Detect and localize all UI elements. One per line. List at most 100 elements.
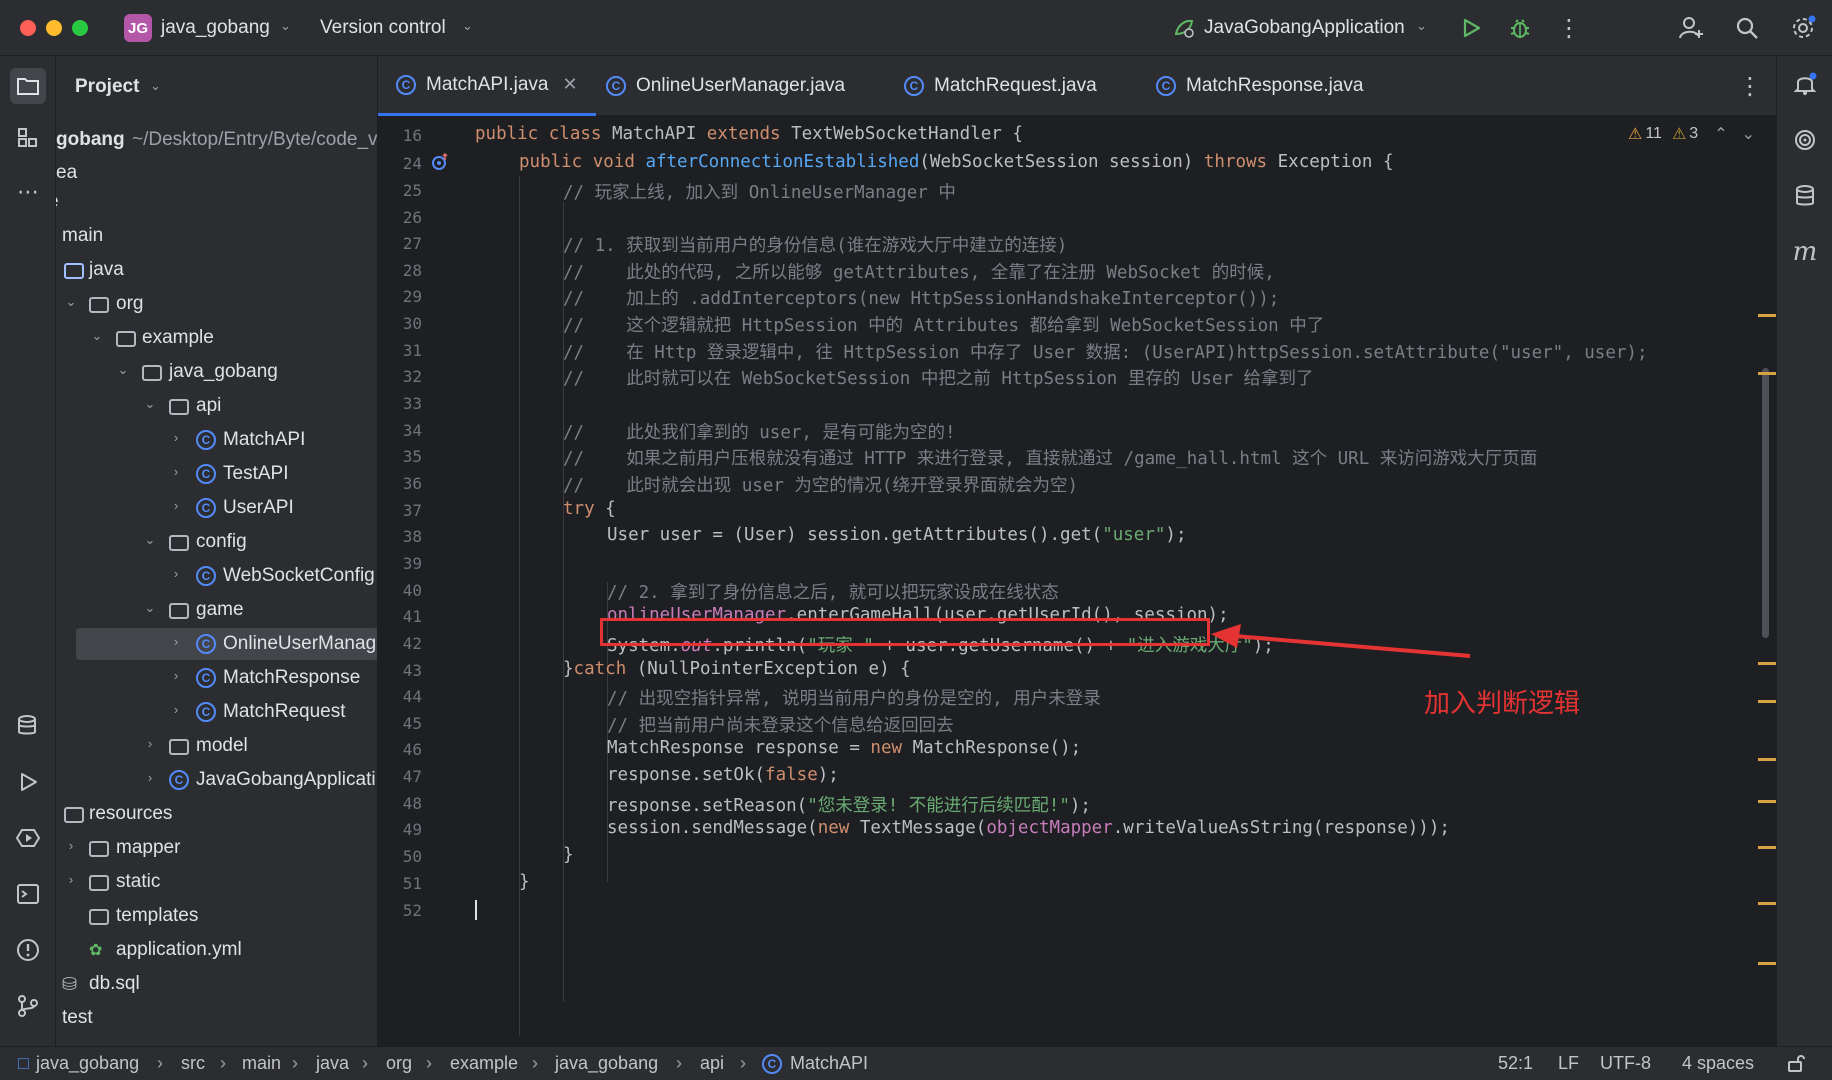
code-line[interactable]: // 此时就可以在 WebSocketSession 中把之前 HttpSess… bbox=[563, 365, 1314, 390]
breadcrumb-item[interactable]: org bbox=[386, 1053, 412, 1074]
tree-item[interactable]: ea bbox=[56, 157, 377, 189]
problems-icon[interactable] bbox=[10, 932, 46, 968]
run-tool-icon[interactable] bbox=[10, 764, 46, 800]
tab-matchresponse[interactable]: C MatchResponse.java bbox=[1156, 56, 1363, 116]
maven-icon[interactable]: m bbox=[1787, 234, 1823, 270]
breadcrumb-item[interactable]: main bbox=[242, 1053, 281, 1074]
chevron-right-icon[interactable]: › bbox=[169, 668, 183, 683]
chevron-down-icon[interactable]: ⌄ bbox=[64, 294, 78, 310]
structure-icon[interactable] bbox=[10, 120, 46, 156]
code-line[interactable]: session.sendMessage(new TextMessage(obje… bbox=[607, 818, 1450, 838]
editor-scrollbar[interactable] bbox=[1762, 368, 1769, 638]
warning-marker[interactable] bbox=[1758, 372, 1776, 375]
tree-item-resources[interactable]: resources bbox=[56, 798, 377, 830]
tree-item-db-sql[interactable]: ⛁ db.sql bbox=[56, 968, 377, 1000]
tree-item-game[interactable]: ⌄ game bbox=[56, 594, 377, 626]
code-line[interactable]: // 此处我们拿到的 user, 是有可能为空的! bbox=[563, 419, 956, 444]
tree-item[interactable]: e bbox=[56, 186, 377, 218]
chevron-down-icon[interactable]: ⌄ bbox=[116, 362, 130, 378]
tree-item-test[interactable]: test bbox=[56, 1002, 377, 1034]
warning-marker[interactable] bbox=[1758, 314, 1776, 317]
chevron-down-icon[interactable]: ⌄ bbox=[150, 78, 161, 94]
warning-marker[interactable] bbox=[1758, 758, 1776, 761]
code-line[interactable]: // 此时就会出现 user 为空的情况(绕开登录界面就会为空) bbox=[563, 472, 1078, 497]
tab-onlineusermanager[interactable]: C OnlineUserManager.java bbox=[606, 56, 845, 116]
chevron-right-icon[interactable]: › bbox=[169, 566, 183, 581]
close-window-button[interactable] bbox=[20, 20, 36, 36]
run-icon[interactable] bbox=[1457, 14, 1485, 42]
notifications-bell-icon[interactable] bbox=[1787, 66, 1823, 102]
tree-item-java[interactable]: java bbox=[56, 254, 377, 286]
next-problem-icon[interactable]: ⌄ bbox=[1742, 124, 1755, 144]
warning-marker[interactable] bbox=[1758, 662, 1776, 665]
warning-marker[interactable] bbox=[1758, 846, 1776, 849]
close-tab-icon[interactable]: ✕ bbox=[563, 74, 578, 95]
breadcrumb-item[interactable]: java_gobang bbox=[555, 1053, 658, 1074]
code-line[interactable]: public void afterConnectionEstablished(W… bbox=[519, 152, 1394, 172]
code-line[interactable]: response.setOk(false); bbox=[607, 765, 839, 785]
chevron-right-icon[interactable]: › bbox=[169, 430, 183, 445]
tree-item-matchrequest[interactable]: › C MatchRequest bbox=[56, 696, 377, 728]
project-badge[interactable]: JG bbox=[124, 14, 152, 42]
code-line[interactable]: // 出现空指针异常, 说明当前用户的身份是空的, 用户未登录 bbox=[607, 685, 1101, 710]
code-line[interactable]: // 如果之前用户压根就没有通过 HTTP 来进行登录, 直接就通过 /game… bbox=[563, 445, 1537, 470]
breadcrumb-item[interactable]: example bbox=[450, 1053, 518, 1074]
tree-item-javagobangapplication[interactable]: › C JavaGobangApplicati bbox=[56, 764, 377, 796]
tree-item-org[interactable]: ⌄ org bbox=[56, 288, 377, 320]
warning-marker[interactable] bbox=[1758, 800, 1776, 803]
tree-item-testapi[interactable]: › C TestAPI bbox=[56, 458, 377, 490]
code-line[interactable]: public class MatchAPI extends TextWebSoc… bbox=[475, 124, 1023, 144]
breadcrumb-item[interactable]: java_gobang bbox=[36, 1053, 139, 1074]
code-line[interactable]: // 把当前用户尚未登录这个信息给返回回去 bbox=[607, 712, 954, 737]
read-only-lock-icon[interactable] bbox=[1786, 1053, 1806, 1078]
tree-item-api[interactable]: ⌄ api bbox=[56, 390, 377, 422]
tab-matchapi[interactable]: C MatchAPI.java ✕ bbox=[378, 56, 596, 116]
chevron-right-icon[interactable]: › bbox=[64, 872, 78, 887]
more-options-icon[interactable]: ⋮ bbox=[1555, 14, 1583, 42]
chevron-right-icon[interactable]: › bbox=[143, 770, 157, 785]
chevron-down-icon[interactable]: ⌄ bbox=[90, 328, 104, 344]
warning-marker[interactable] bbox=[1758, 700, 1776, 703]
breadcrumb-item[interactable]: MatchAPI bbox=[790, 1053, 868, 1074]
chevron-right-icon[interactable]: › bbox=[169, 498, 183, 513]
git-branch-icon[interactable] bbox=[10, 988, 46, 1024]
code-line[interactable]: // 1. 获取到当前用户的身份信息(谁在游戏大厅中建立的连接) bbox=[563, 232, 1067, 257]
maximize-window-button[interactable] bbox=[72, 20, 88, 36]
code-line[interactable]: // 加上的 .addInterceptors(new HttpSessionH… bbox=[563, 285, 1279, 310]
code-line[interactable]: } bbox=[563, 845, 574, 865]
tree-root[interactable]: gobang ~/Desktop/Entry/Byte/code_v bbox=[56, 124, 377, 156]
chevron-right-icon[interactable]: › bbox=[169, 634, 183, 649]
code-line[interactable]: // 这个逻辑就把 HttpSession 中的 Attributes 都给拿到… bbox=[563, 312, 1324, 337]
project-selector[interactable]: java_gobang bbox=[161, 17, 270, 39]
settings-gear-icon[interactable] bbox=[1789, 14, 1817, 42]
previous-problem-icon[interactable]: ⌃ bbox=[1714, 124, 1727, 144]
chevron-right-icon[interactable]: › bbox=[169, 702, 183, 717]
breadcrumb-item[interactable]: java bbox=[316, 1053, 349, 1074]
code-line[interactable]: User user = (User) session.getAttributes… bbox=[607, 525, 1186, 545]
tree-item-userapi[interactable]: › C UserAPI bbox=[56, 492, 377, 524]
tree-item-templates[interactable]: templates bbox=[56, 900, 377, 932]
chevron-down-icon[interactable]: ⌄ bbox=[143, 396, 157, 412]
code-line[interactable]: try { bbox=[563, 499, 616, 519]
search-icon[interactable] bbox=[1733, 14, 1761, 42]
code-line[interactable]: } bbox=[519, 872, 530, 892]
breadcrumb-item[interactable]: api bbox=[700, 1053, 724, 1074]
breadcrumb-item[interactable]: src bbox=[181, 1053, 205, 1074]
code-line[interactable]: }catch (NullPointerException e) { bbox=[563, 659, 911, 679]
chevron-down-icon[interactable]: ⌄ bbox=[143, 532, 157, 548]
tree-item-main[interactable]: main bbox=[56, 220, 377, 252]
chevron-right-icon[interactable]: › bbox=[64, 838, 78, 853]
version-control-menu[interactable]: Version control bbox=[320, 17, 446, 39]
tree-item-onlineusermanager[interactable]: › C OnlineUserManag bbox=[76, 628, 377, 660]
more-tools-icon[interactable]: ⋯ bbox=[10, 174, 46, 210]
code-line[interactable]: MatchResponse response = new MatchRespon… bbox=[607, 738, 1081, 758]
code-line[interactable]: response.setReason("您未登录! 不能进行后续匹配!"); bbox=[607, 792, 1091, 817]
code-line[interactable]: // 玩家上线, 加入到 OnlineUserManager 中 bbox=[563, 179, 956, 204]
project-panel-title[interactable]: Project bbox=[75, 76, 139, 98]
code-line[interactable]: // 2. 拿到了身份信息之后, 就可以把玩家设成在线状态 bbox=[607, 579, 1059, 604]
chevron-right-icon[interactable]: › bbox=[169, 464, 183, 479]
tree-item-example[interactable]: ⌄ example bbox=[56, 322, 377, 354]
minimize-window-button[interactable] bbox=[46, 20, 62, 36]
tree-item-websocketconfig[interactable]: › C WebSocketConfig bbox=[56, 560, 377, 592]
tab-matchrequest[interactable]: C MatchRequest.java bbox=[904, 56, 1097, 116]
